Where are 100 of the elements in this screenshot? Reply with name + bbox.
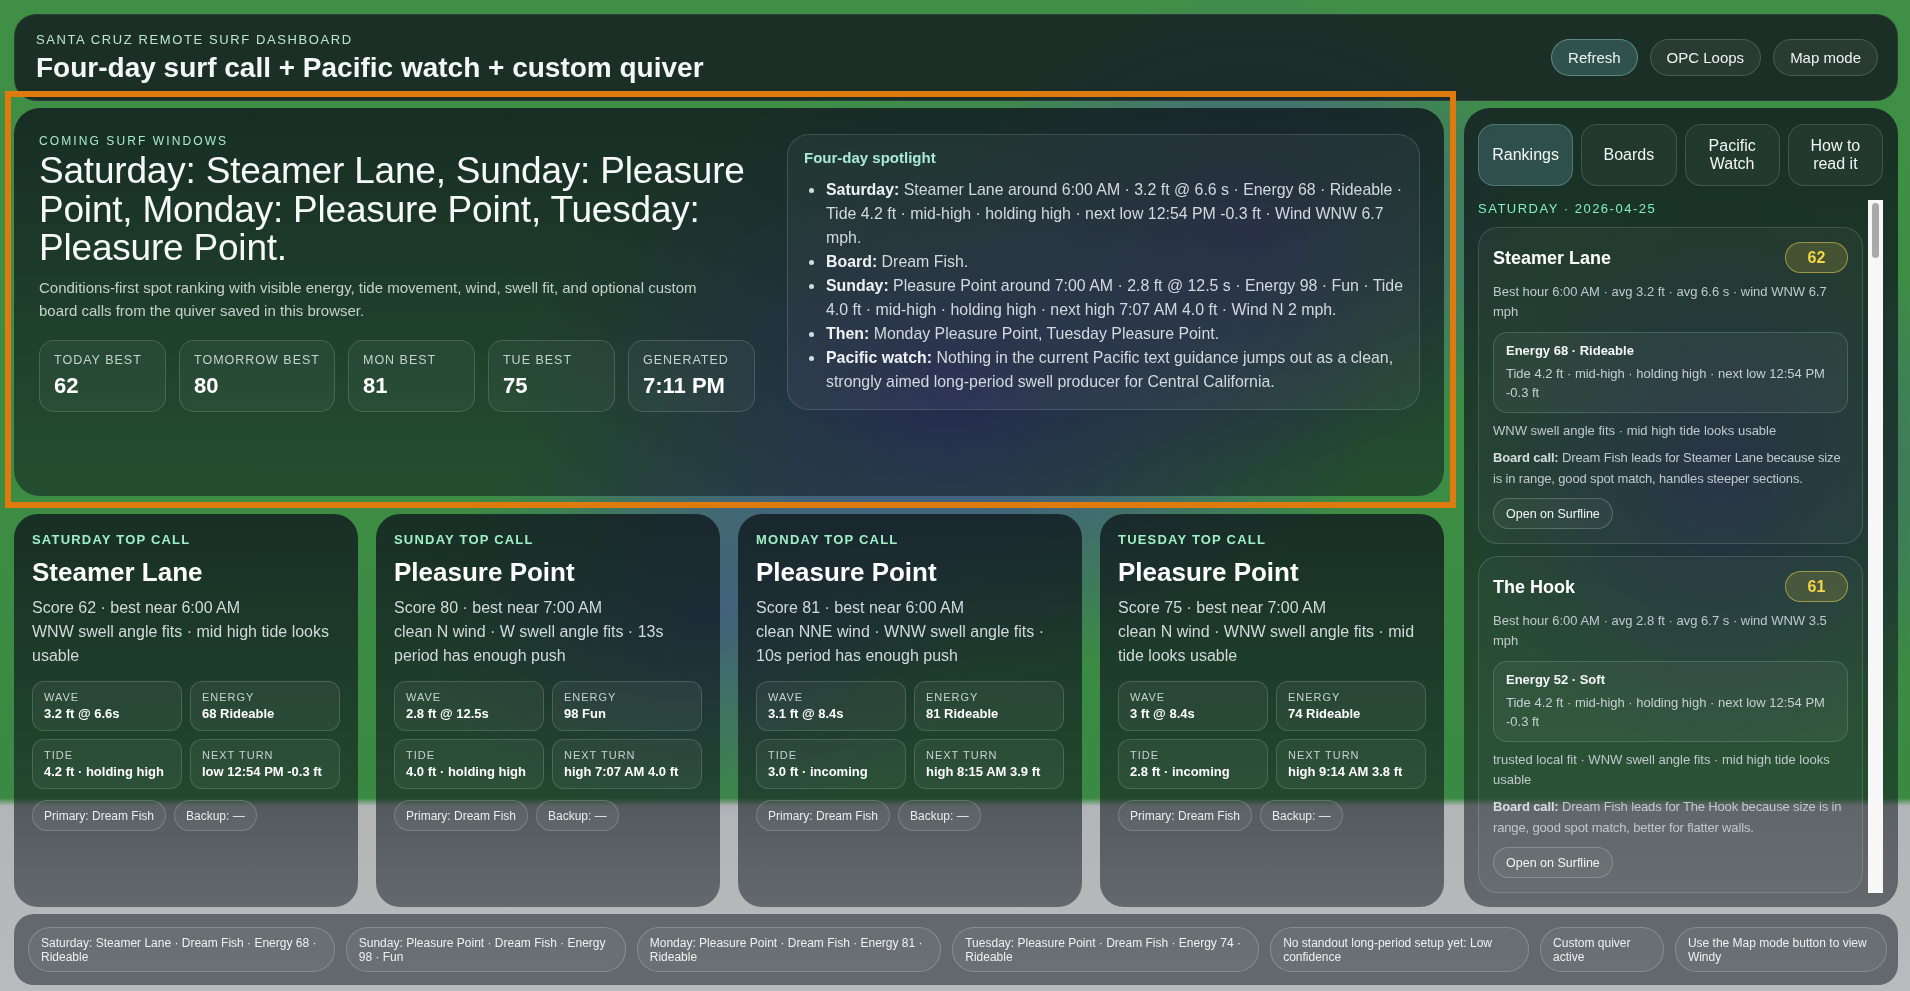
board-chip: Primary: Dream Fish (394, 800, 528, 831)
open-surfline-button[interactable]: Open on Surfline (1493, 847, 1613, 878)
metric-value: high 9:14 AM 3.8 ft (1288, 764, 1403, 780)
open-surfline-button[interactable]: Open on Surfline (1493, 498, 1613, 529)
bullet-icon (809, 260, 814, 265)
score-line: Score 75 · best near 7:00 AM (1118, 598, 1328, 618)
board-chip: Primary: Dream Fish (756, 800, 890, 831)
metric-value: 4.2 ft · holding high (44, 764, 164, 780)
spotlight-item: Pacific watch: Nothing in the current Pacific text guidance jumps out as a clean, strongly aimed long-period swell producer for Central California. (826, 348, 1395, 392)
energy-rating: Energy 52 · Soft (1506, 671, 1605, 689)
metric-value: 4.0 ft · holding high (406, 764, 526, 780)
status-chip: Saturday: Steamer Lane · Dream Fish · Energy 68 · Rideable (28, 927, 335, 972)
call-eyebrow: SATURDAY TOP CALL (32, 532, 192, 547)
metric-value: 3.1 ft @ 8.4s (768, 706, 844, 722)
spotlight-item: Board: Dream Fish. (826, 252, 969, 272)
stat-label: MON BEST (362, 352, 437, 368)
dashboard-title: Four-day surf call + Pacific watch + custom quiver (36, 51, 704, 84)
energy-rating: Energy 68 · Rideable (1506, 342, 1634, 360)
spot-name: Steamer Lane (32, 557, 204, 587)
metric-label: ENERGY (564, 691, 617, 704)
score-line: Score 81 · best near 6:00 AM (756, 598, 966, 618)
sidebar-tab[interactable]: Rankings (1478, 124, 1574, 186)
metric-value: high 8:15 AM 3.9 ft (926, 764, 1041, 780)
metric-value: 98 Fun (564, 706, 606, 722)
toolbar-button[interactable]: OPC Loops (1649, 39, 1762, 76)
sidebar-tab[interactable]: How to read it (1787, 124, 1883, 186)
spotlight-title: Four-day spotlight (804, 148, 937, 168)
metric-label: WAVE (1130, 691, 1166, 704)
stat-value: 62 (54, 372, 79, 399)
scrollbar-track[interactable] (1868, 200, 1883, 893)
sidebar-tab[interactable]: Boards (1581, 124, 1677, 186)
metric-label: TIDE (1130, 749, 1160, 762)
stat-label: TODAY BEST (54, 352, 142, 368)
stat-label: GENERATED (642, 352, 729, 368)
toolbar-button[interactable]: Map mode (1773, 39, 1878, 76)
bullet-icon (809, 284, 814, 289)
hero-headline: Saturday: Steamer Lane, Sunday: Pleasure Point, Monday: Pleasure Point, Tuesday: Pleasure Point. (39, 152, 746, 268)
stat-value: 7:11 PM (642, 372, 725, 399)
dashboard-eyebrow: SANTA CRUZ REMOTE SURF DASHBOARD (36, 31, 353, 48)
status-chip: Custom quiver active (1540, 927, 1664, 972)
spot-notes: trusted local fit · WNW swell angle fits · mid high tide looks usable (1493, 751, 1831, 789)
metric-label: TIDE (768, 749, 798, 762)
toolbar-button[interactable]: Refresh (1551, 39, 1638, 76)
status-chip: Monday: Pleasure Point · Dream Fish · Energy 81 · Rideable (636, 927, 942, 972)
bullet-icon (809, 188, 814, 193)
score-line: Score 80 · best near 7:00 AM (394, 598, 604, 618)
day-heading: SATURDAY · 2026-04-25 (1478, 200, 1657, 217)
metric-label: WAVE (44, 691, 80, 704)
spotlight-item: Saturday: Steamer Lane around 6:00 AM · 3.2 ft @ 6.6 s · Energy 68 · Rideable · Tide 4.2 ft · mid-high · holding high · next low 12:54 PM -0.3 ft · Wind WNW 6.7 mph. (826, 180, 1403, 248)
tide-details: Tide 4.2 ft · mid-high · holding high · next low 12:54 PM -0.3 ft (1506, 694, 1826, 731)
metric-value: 68 Rideable (202, 706, 275, 722)
status-chip: Tuesday: Pleasure Point · Dream Fish · Energy 74 · Rideable (952, 927, 1260, 972)
board-call: Board call: Dream Fish leads for The Hook because size is in range, good spot match, better for flatter walls. (1493, 798, 1843, 837)
metric-value: 74 Rideable (1288, 706, 1361, 722)
status-chip: Use the Map mode button to view Windy (1674, 927, 1887, 972)
metric-value: high 7:07 AM 4.0 ft (564, 764, 679, 780)
metric-label: NEXT TURN (1288, 749, 1360, 762)
metric-label: NEXT TURN (564, 749, 636, 762)
status-chip: Sunday: Pleasure Point · Dream Fish · Energy 98 · Fun (345, 927, 626, 972)
metric-value: 3 ft @ 8.4s (1130, 706, 1195, 722)
call-eyebrow: TUESDAY TOP CALL (1118, 532, 1268, 547)
metric-label: WAVE (406, 691, 442, 704)
score-badge: 62 (1785, 242, 1848, 273)
stat-label: TUE BEST (502, 352, 573, 368)
board-chip: Backup: — (898, 800, 981, 831)
board-chip: Backup: — (536, 800, 619, 831)
stat-value: 81 (362, 372, 388, 399)
call-notes: clean N wind · W swell angle fits · 13s period has enough push (394, 622, 665, 666)
metric-label: ENERGY (926, 691, 979, 704)
metric-value: 3.0 ft · incoming (768, 764, 868, 780)
spot-summary: Best hour 6:00 AM · avg 3.2 ft · avg 6.6 s · wind WNW 6.7 mph (1493, 283, 1828, 321)
call-notes: WNW swell angle fits · mid high tide looks usable (32, 622, 330, 666)
call-eyebrow: SUNDAY TOP CALL (394, 532, 535, 547)
section-eyebrow: COMING SURF WINDOWS (39, 134, 229, 148)
metric-value: 2.8 ft @ 12.5s (406, 706, 489, 722)
metric-label: WAVE (768, 691, 804, 704)
status-chip: No standout long-period setup yet: Low confidence (1270, 927, 1530, 972)
sidebar-tab[interactable]: Pacific Watch (1684, 124, 1780, 186)
score-badge: 61 (1785, 571, 1848, 602)
score-line: Score 62 · best near 6:00 AM (32, 598, 242, 618)
metric-label: ENERGY (1288, 691, 1341, 704)
spot-summary: Best hour 6:00 AM · avg 2.8 ft · avg 6.7 s · wind WNW 3.5 mph (1493, 612, 1828, 650)
board-chip: Primary: Dream Fish (32, 800, 166, 831)
metric-label: NEXT TURN (202, 749, 274, 762)
metric-value: low 12:54 PM -0.3 ft (202, 764, 322, 780)
metric-label: NEXT TURN (926, 749, 998, 762)
call-eyebrow: MONDAY TOP CALL (756, 532, 900, 547)
stat-value: 80 (194, 372, 219, 399)
scrollbar-thumb[interactable] (1872, 203, 1879, 258)
call-notes: clean NNE wind · WNW swell angle fits · 10s period has enough push (756, 622, 1046, 666)
bullet-icon (809, 356, 814, 361)
metric-label: TIDE (406, 749, 436, 762)
spot-name: Pleasure Point (1118, 557, 1300, 587)
call-notes: clean N wind · WNW swell angle fits · mid tide looks usable (1118, 622, 1416, 666)
board-chip: Backup: — (1260, 800, 1343, 831)
metric-label: TIDE (44, 749, 74, 762)
board-chip: Primary: Dream Fish (1118, 800, 1252, 831)
spot-name: The Hook (1493, 575, 1575, 598)
board-call: Board call: Dream Fish leads for Steamer Lane because size is in range, good spot match, handles steeper sections. (1493, 449, 1842, 488)
tide-details: Tide 4.2 ft · mid-high · holding high · next low 12:54 PM -0.3 ft (1506, 365, 1826, 402)
